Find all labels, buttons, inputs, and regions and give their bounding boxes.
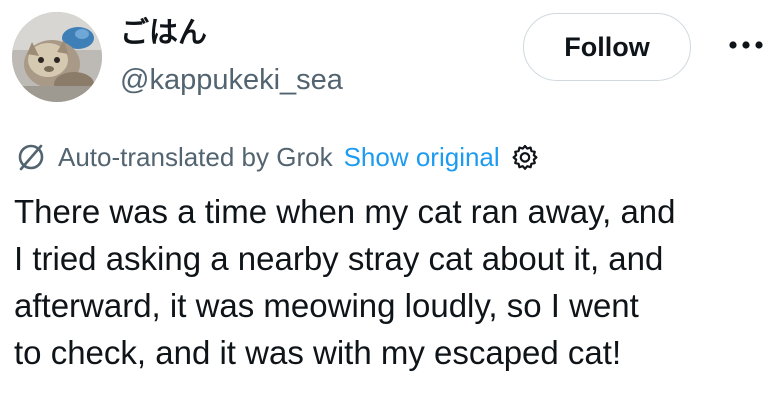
tweet-text-line: I tried asking a nearby stray cat about … bbox=[14, 240, 664, 277]
show-original-link[interactable]: Show original bbox=[344, 142, 500, 173]
tweet-text-line: There was a time when my cat ran away, a… bbox=[14, 193, 676, 230]
cat-figurine-avatar-icon bbox=[12, 12, 102, 102]
translation-bar: Auto-translated by Grok Show original bbox=[14, 138, 540, 176]
follow-button[interactable]: Follow bbox=[523, 13, 691, 81]
translation-label: Auto-translated by Grok bbox=[58, 141, 333, 172]
more-dots-icon bbox=[729, 41, 763, 49]
more-options-button[interactable] bbox=[724, 30, 768, 60]
tweet-text-line: afterward, it was meowing loudly, so I w… bbox=[14, 287, 639, 324]
display-name[interactable]: ごはん bbox=[120, 14, 207, 50]
tweet-text-line: to check, and it was with my escaped cat… bbox=[14, 334, 622, 371]
tweet-text: There was a time when my cat ran away, a… bbox=[14, 188, 774, 376]
user-handle[interactable]: @kappukeki_sea bbox=[120, 62, 343, 98]
avatar[interactable] bbox=[12, 12, 102, 102]
translate-slash-icon bbox=[14, 140, 48, 174]
gear-icon[interactable] bbox=[510, 142, 540, 172]
